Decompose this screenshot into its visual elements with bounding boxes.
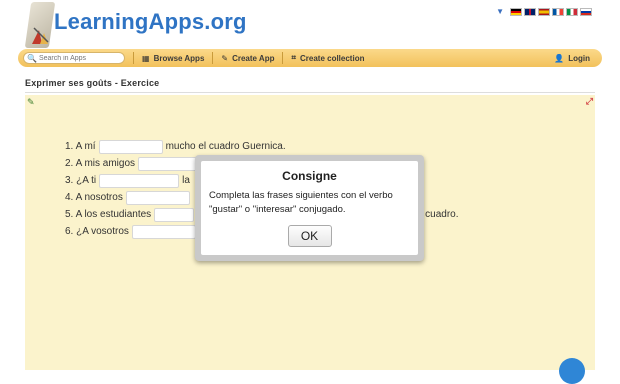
sentence-prefix: 1. A mí [65, 141, 96, 152]
create-app-label: Create App [232, 53, 275, 63]
answer-field-2[interactable] [138, 156, 203, 171]
russian-flag-icon[interactable] [580, 7, 592, 16]
sentence-prefix: 3. ¿A ti [65, 175, 97, 186]
logo-icon [32, 27, 49, 44]
uk-flag-icon[interactable] [524, 7, 536, 16]
create-collection-link[interactable]: ⌗ Create collection [291, 53, 364, 63]
pencil-icon: ✎ [221, 53, 229, 63]
nav-divider [282, 52, 284, 64]
ok-button[interactable]: OK [287, 225, 332, 247]
browse-apps-link[interactable]: ▦ Browse Apps [142, 54, 204, 63]
edit-icon[interactable]: ✎ [27, 97, 38, 108]
search-box[interactable]: 🔍 [23, 52, 125, 64]
create-collection-label: Create collection [300, 53, 365, 63]
title-divider [25, 92, 595, 93]
fullscreen-icon[interactable]: ⤢ [586, 96, 593, 107]
german-flag-icon[interactable] [510, 7, 522, 16]
answer-field-4[interactable] [125, 190, 190, 205]
sentence-prefix: 5. A los estudiantes [65, 209, 152, 220]
main-nav: 🔍 ▦ Browse Apps ✎ Create App ⌗ Create co… [18, 49, 602, 67]
sentence-suffix: la [182, 175, 190, 186]
dialog-title: Consigne [282, 169, 337, 183]
sentence-1: 1. A mí mucho el cuadro Guernica. [65, 138, 459, 155]
spanish-flag-icon[interactable] [538, 7, 550, 16]
french-flag-icon[interactable] [552, 7, 564, 16]
sentence-prefix: 6. ¿A vosotros [65, 226, 129, 237]
language-selector[interactable]: ▼ [496, 7, 592, 16]
answer-field-5[interactable] [154, 207, 195, 222]
answer-field-3[interactable] [99, 173, 180, 188]
dropdown-arrow-icon[interactable]: ▼ [496, 7, 504, 16]
sentence-prefix: 4. A nosotros [65, 192, 123, 203]
collection-icon: ⌗ [291, 53, 296, 62]
sentence-suffix: cuadro. [425, 209, 459, 220]
search-input[interactable] [38, 54, 125, 62]
site-header: LearningApps.org ▼ [0, 0, 620, 48]
page-title: Exprimer ses goûts - Exercice [25, 78, 160, 88]
grid-icon: ▦ [142, 53, 150, 63]
sentence-prefix: 2. A mis amigos [65, 158, 136, 169]
dialog-content: Consigne Completa las frases siguientes … [201, 161, 418, 255]
site-logo[interactable]: LearningApps.org [54, 9, 247, 35]
dialog-text: Completa las frases siguientes con el ve… [209, 190, 393, 215]
sentence-suffix: mucho el cuadro Guernica. [165, 141, 286, 152]
browse-apps-label: Browse Apps [153, 53, 205, 63]
help-fab-button[interactable] [559, 358, 585, 384]
nav-divider [212, 52, 214, 64]
nav-divider [133, 52, 134, 64]
login-label: Login [568, 53, 590, 63]
user-icon: 👤 [554, 53, 565, 63]
answer-field-1[interactable] [98, 139, 163, 154]
answer-field-6[interactable] [131, 224, 196, 239]
create-app-link[interactable]: ✎ Create App [221, 54, 274, 63]
instruction-dialog: Consigne Completa las frases siguientes … [195, 155, 424, 261]
search-icon: 🔍 [27, 53, 37, 63]
login-link[interactable]: 👤 Login [554, 54, 590, 63]
italian-flag-icon[interactable] [566, 7, 578, 16]
